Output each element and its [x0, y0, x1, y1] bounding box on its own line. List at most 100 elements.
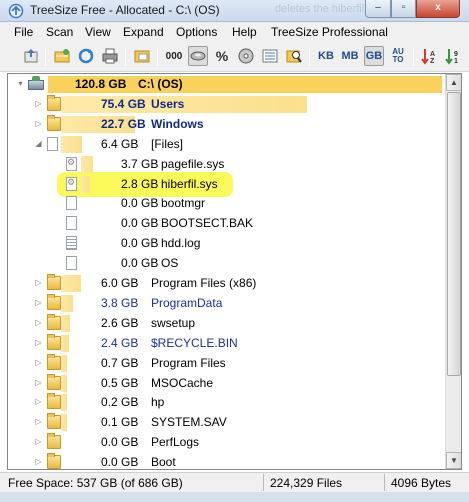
size-bar — [61, 354, 67, 372]
details-view-icon[interactable] — [260, 46, 280, 66]
collapse-arrow-icon[interactable]: ◢ — [34, 139, 43, 149]
tree-root-row[interactable]: ▾ 120.8 GB C:\ (OS) — [8, 75, 445, 94]
sort-az-icon[interactable]: AZ — [420, 46, 440, 66]
tree-row[interactable]: ▷ 0.0 GB Boot — [8, 453, 445, 470]
folder-view-icon[interactable] — [132, 46, 152, 66]
unit-auto-button[interactable]: AU TO — [388, 46, 408, 66]
unit-mb-button[interactable]: MB — [340, 46, 360, 66]
size-bar — [61, 135, 82, 153]
item-name: swsetup — [151, 315, 196, 330]
item-name: MSOCache — [151, 375, 214, 390]
menu-scan[interactable]: Scan — [46, 25, 73, 39]
expand-arrow-icon[interactable]: ▷ — [34, 378, 43, 388]
size-view-button[interactable] — [188, 46, 208, 66]
tree-row[interactable]: 0.0 GB hdd.log — [8, 234, 445, 253]
menu-expand[interactable]: Expand — [123, 25, 164, 39]
expand-arrow-icon[interactable]: ▷ — [34, 99, 43, 109]
print-icon[interactable] — [100, 46, 120, 66]
sort-size-icon[interactable]: 91 — [444, 46, 464, 66]
expand-arrow-icon[interactable]: ▷ — [34, 278, 43, 288]
tree-row[interactable]: 3.7 GBpagefile.sys — [8, 155, 445, 174]
size-value: 3.8 GB — [101, 295, 139, 310]
open-folder-icon[interactable] — [52, 46, 72, 66]
folder-icon — [47, 313, 61, 330]
file-count-button[interactable]: 000 — [164, 46, 184, 66]
item-name: Windows — [151, 116, 204, 131]
size-bar — [61, 275, 81, 292]
item-name: ProgramData — [151, 295, 223, 310]
tree-row[interactable]: ▷ 22.7 GB Windows — [8, 114, 445, 134]
expand-arrow-icon[interactable]: ▷ — [34, 298, 43, 308]
close-button[interactable]: x — [416, 0, 460, 18]
item-name: hp — [151, 395, 165, 410]
unit-kb-button[interactable]: KB — [316, 46, 336, 66]
menu-options[interactable]: Options — [176, 25, 217, 39]
vertical-scrollbar[interactable]: ▲ ▼ — [445, 74, 461, 469]
tree-row[interactable]: ▷ 0.7 GB Program Files — [8, 353, 445, 373]
tree-row[interactable]: ▷ 2.4 GB $RECYCLE.BIN — [8, 333, 445, 353]
collapse-arrow-icon[interactable]: ▾ — [16, 79, 25, 89]
menu-file[interactable]: File — [14, 25, 33, 39]
item-name: Program Files (x86) — [151, 276, 257, 290]
menu-view[interactable]: View — [85, 25, 111, 39]
scroll-down-arrow-icon[interactable]: ▼ — [446, 452, 461, 469]
expand-arrow-icon[interactable]: ▷ — [34, 119, 43, 129]
file-count-status: 224,329 Files — [270, 476, 343, 490]
tree-row[interactable]: ▷ 3.8 GB ProgramData — [8, 293, 445, 313]
folder-icon — [47, 293, 61, 310]
item-name: Program Files — [151, 355, 226, 370]
size-value: 0.5 GB — [101, 375, 139, 390]
svg-text:9: 9 — [454, 51, 458, 58]
tree-row[interactable]: 0.0 GB bootmgr — [8, 194, 445, 213]
expand-arrow-icon[interactable]: ▷ — [34, 358, 43, 368]
tree-row[interactable]: ▷ 0.5 GB MSOCache — [8, 373, 445, 393]
maximize-button[interactable]: ▫ — [391, 0, 416, 18]
export-icon[interactable] — [21, 46, 41, 66]
size-bar — [61, 334, 69, 352]
folder-tree[interactable]: ▾ 120.8 GB C:\ (OS) ▷ 75.4 GB Users ▷ 22.7 GB Wi… — [7, 73, 462, 470]
tree-row[interactable]: 0.0 GB OS — [8, 254, 445, 273]
search-files-icon[interactable] — [284, 46, 304, 66]
scroll-up-arrow-icon[interactable]: ▲ — [446, 74, 461, 91]
toolbar: 000 % KB MB GB AU TO AZ 91 — [0, 42, 469, 72]
tree-row[interactable]: ▷ 0.0 GB PerfLogs — [8, 433, 445, 452]
system-file-icon — [66, 176, 77, 191]
size-value: 3.7 GB — [121, 156, 159, 171]
expand-arrow-icon[interactable]: ▷ — [34, 417, 43, 427]
disk-usage-icon[interactable] — [236, 46, 256, 66]
item-name: [Files] — [151, 136, 184, 151]
unit-gb-button[interactable]: GB — [364, 46, 384, 66]
tree-row[interactable]: ▷ 0.2 GB hp — [8, 393, 445, 412]
expand-arrow-icon[interactable]: ▷ — [34, 318, 43, 328]
size-value: 0.7 GB — [101, 355, 139, 370]
expand-arrow-icon[interactable]: ▷ — [34, 457, 43, 467]
size-value: 0.0 GB — [121, 256, 159, 271]
expand-arrow-icon[interactable]: ▷ — [34, 338, 43, 348]
size-value: 0.0 GB — [101, 435, 139, 450]
menu-treesize-professional[interactable]: TreeSize Professional — [271, 25, 388, 39]
tree-row[interactable]: ◢ 6.4 GB [Files] — [8, 135, 445, 154]
menu-help[interactable]: Help — [232, 25, 257, 39]
item-name: BOOTSECT.BAK — [161, 216, 254, 231]
size-value: 0.0 GB — [121, 196, 159, 211]
tree-row[interactable]: ▷ 2.6 GB swsetup — [8, 313, 445, 333]
file-icon — [47, 136, 58, 151]
expand-arrow-icon[interactable]: ▷ — [34, 397, 43, 407]
drive-icon — [28, 76, 44, 90]
svg-text:1: 1 — [454, 58, 458, 65]
item-name: C:\ (OS) — [138, 77, 183, 91]
percent-button[interactable]: % — [212, 46, 232, 66]
tree-row[interactable]: ▷ 6.0 GB Program Files (x86) — [8, 274, 445, 293]
tree-row[interactable]: 2.8 GBhiberfil.sys — [8, 175, 445, 194]
tree-row[interactable]: ▷ 0.1 GB SYSTEM.SAV — [8, 413, 445, 432]
folder-icon — [47, 333, 61, 350]
expand-arrow-icon[interactable]: ▷ — [34, 437, 43, 447]
minimize-button[interactable]: – — [365, 0, 391, 18]
size-value: 0.1 GB — [101, 415, 139, 430]
scroll-thumb[interactable] — [447, 92, 461, 376]
item-name: Boot — [151, 455, 176, 470]
item-name: hdd.log — [161, 236, 201, 251]
tree-row[interactable]: ▷ 75.4 GB Users — [8, 94, 445, 114]
refresh-icon[interactable] — [76, 46, 96, 66]
tree-row[interactable]: 0.0 GB BOOTSECT.BAK — [8, 214, 445, 233]
